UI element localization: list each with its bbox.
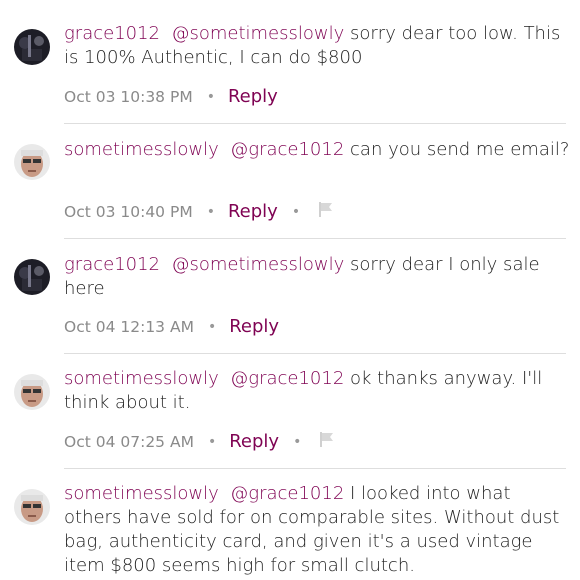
separator-dot: • (293, 434, 302, 450)
comment-text: sometimesslowly @grace1012 I looked into… (64, 482, 570, 578)
comment-message: can you send me email? (350, 139, 570, 160)
separator-dot: • (207, 434, 217, 450)
mention-link[interactable]: @grace1012 (230, 139, 344, 160)
timestamp: Oct 04 12:13 AM (64, 318, 194, 336)
separator-dot: • (207, 319, 217, 335)
separator-dot: • (291, 204, 301, 220)
username-link[interactable]: grace1012 (64, 23, 160, 44)
mention-link[interactable]: @grace1012 (230, 368, 344, 389)
divider (64, 123, 566, 124)
divider (64, 238, 566, 239)
username-link[interactable]: grace1012 (64, 254, 160, 275)
avatar[interactable] (14, 144, 50, 180)
reply-button[interactable]: Reply (229, 315, 279, 339)
avatar[interactable] (14, 489, 50, 525)
flag-icon[interactable] (318, 430, 336, 455)
flag-icon[interactable] (317, 200, 335, 225)
mention-link[interactable]: @sometimesslowly (171, 254, 344, 275)
reply-button[interactable]: Reply (228, 200, 278, 224)
timestamp: Oct 04 07:25 AM (64, 433, 194, 451)
divider (64, 353, 566, 354)
comment-meta: Oct 04 07:25 AM • Reply • (64, 430, 336, 454)
timestamp: Oct 03 10:40 PM (64, 203, 193, 221)
separator-dot: • (206, 204, 215, 220)
comment-text: sometimesslowly @grace1012 can you send … (64, 138, 570, 162)
reply-button[interactable]: Reply (228, 85, 278, 109)
comment-meta: Oct 03 10:38 PM • Reply (64, 85, 278, 109)
timestamp: Oct 03 10:38 PM (64, 88, 193, 106)
avatar[interactable] (14, 259, 50, 295)
mention-link[interactable]: @grace1012 (230, 483, 344, 504)
divider (64, 468, 566, 469)
mention-link[interactable]: @sometimesslowly (171, 23, 344, 44)
avatar[interactable] (14, 29, 50, 65)
username-link[interactable]: sometimesslowly (64, 368, 219, 389)
comment-text: sometimesslowly @grace1012 ok thanks any… (64, 367, 570, 415)
avatar[interactable] (14, 374, 50, 410)
comment-meta: Oct 04 12:13 AM • Reply (64, 315, 279, 339)
comment-text: grace1012 @sometimesslowly sorry dear I … (64, 253, 570, 301)
reply-button[interactable]: Reply (229, 430, 279, 454)
username-link[interactable]: sometimesslowly (64, 483, 219, 504)
comment-meta: Oct 03 10:40 PM • Reply • (64, 200, 335, 224)
comment-text: grace1012 @sometimesslowly sorry dear to… (64, 22, 570, 70)
separator-dot: • (206, 89, 215, 105)
username-link[interactable]: sometimesslowly (64, 139, 219, 160)
